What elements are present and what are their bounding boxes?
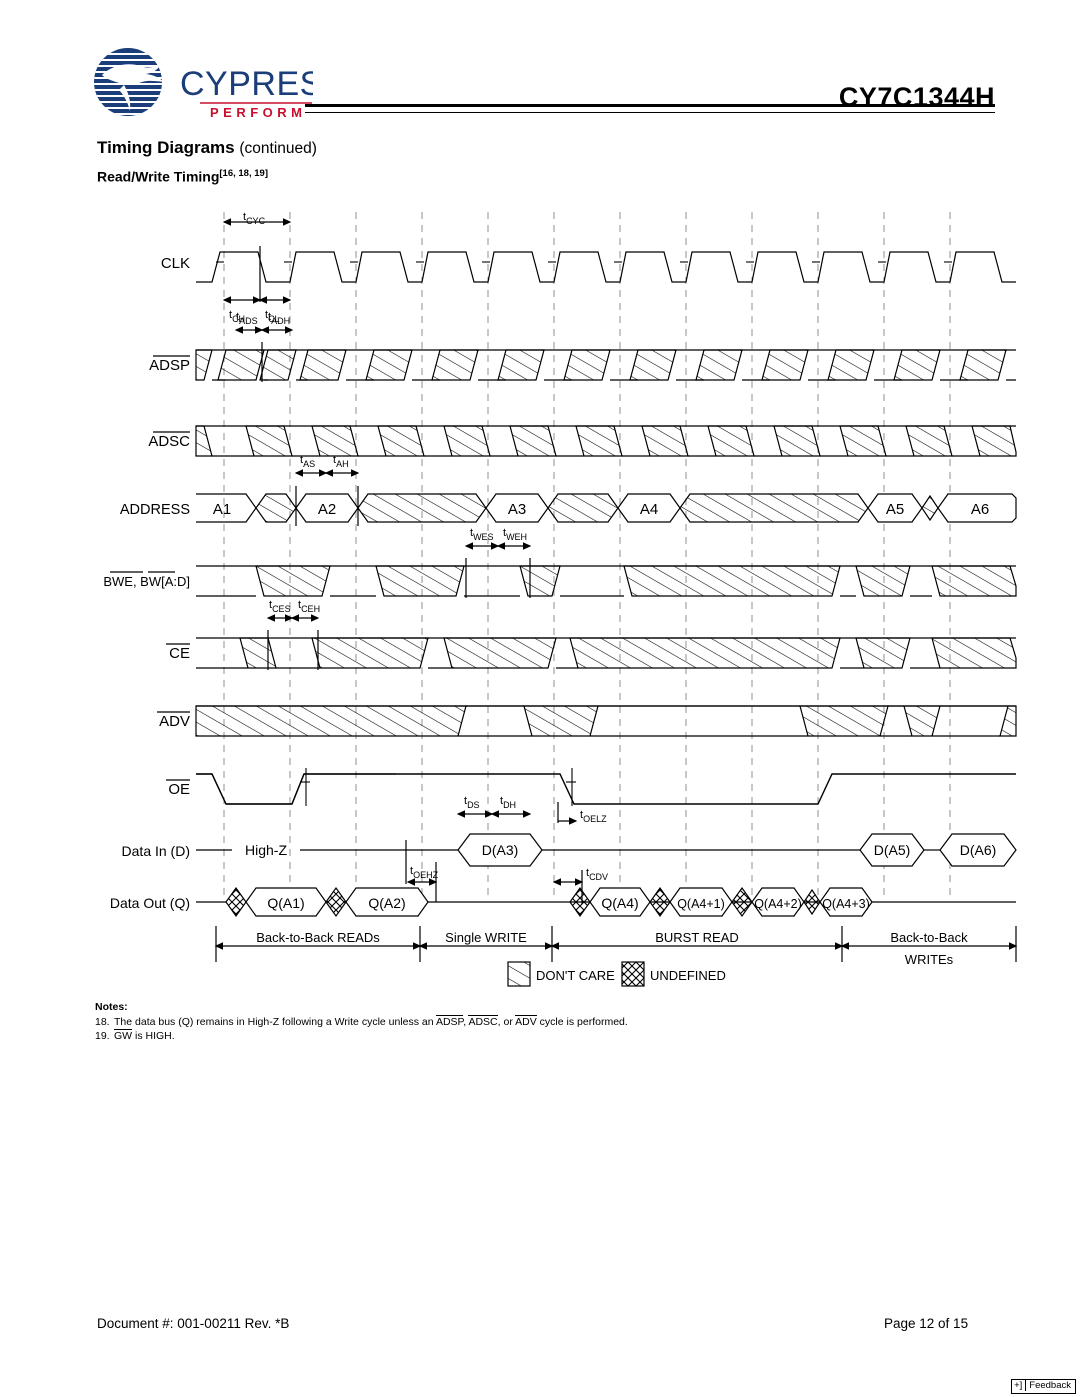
waveform-ce (196, 614, 1017, 670)
phase-label-1: Single WRITE (445, 930, 527, 945)
note-number: 18. (95, 1016, 110, 1029)
note-overline-adsc: ADSC (468, 1015, 498, 1029)
data-out-value-qa42: Q(A4+2) (754, 897, 802, 911)
signal-label-data-in: Data In (D) (122, 843, 190, 859)
diagram-notes-ref: [16, 18, 19] (219, 168, 268, 179)
document-number: Document #: 001-00211 Rev. *B (97, 1316, 290, 1331)
diagram-title: Read/Write Timing[16, 18, 19] (97, 168, 268, 185)
signal-label-ce: CE (169, 645, 190, 662)
note-text: The data bus (Q) remains in High-Z follo… (114, 1015, 628, 1029)
waveform-clk (196, 218, 1016, 304)
cypress-logo: CYPRESS PERFORM (88, 45, 313, 125)
note-item: 19. GW is HIGH. (95, 1029, 995, 1043)
address-value-a2: A2 (318, 501, 336, 518)
signal-label-adv: ADV (159, 713, 190, 730)
part-number: CY7C1344H (838, 82, 995, 112)
timing-label-tcyc: tCYC (243, 211, 266, 226)
waveform-address (196, 469, 1017, 526)
data-in-value-da6: D(A6) (960, 842, 997, 858)
data-out-value-qa1: Q(A1) (267, 895, 304, 911)
address-value-a4: A4 (640, 501, 658, 518)
timing-label-tweh: tWEH (503, 527, 527, 542)
read-write-timing-diagram: CLK ADSP ADSC ADDRESS BWE, BW[A:D] CE AD… (0, 190, 1080, 1000)
address-value-a3: A3 (508, 501, 526, 518)
data-out-value-qa4: Q(A4) (601, 895, 638, 911)
svg-text:CYPRESS: CYPRESS (180, 65, 313, 103)
address-value-a1: A1 (213, 501, 231, 518)
section-continued: (continued) (239, 140, 317, 157)
timing-label-tds: tDS (464, 795, 480, 810)
signal-label-address: ADDRESS (120, 502, 190, 518)
timing-label-tces: tCES (269, 599, 291, 614)
datasheet-page: CYPRESS PERFORM CY7C1344H Timing Diagram… (0, 0, 1080, 1397)
signal-label-clk: CLK (161, 255, 190, 272)
note-number: 19. (95, 1030, 110, 1043)
waveform-bwe (196, 542, 1017, 598)
feedback-button[interactable]: +] Feedback (1011, 1378, 1076, 1394)
signal-labels: CLK ADSP ADSC ADDRESS BWE, BW[A:D] CE AD… (103, 255, 190, 911)
data-out-value-qa2: Q(A2) (368, 895, 405, 911)
note-item: 18. The data bus (Q) remains in High-Z f… (95, 1015, 995, 1029)
data-out-value-qa43: Q(A4+3) (822, 897, 870, 911)
signal-label-adsp: ADSP (149, 357, 190, 374)
note-overline-adv: ADV (515, 1015, 537, 1029)
data-in-value-da3: D(A3) (482, 842, 519, 858)
feedback-plus-icon: +] (1014, 1379, 1027, 1391)
data-in-value-da5: D(A5) (874, 842, 911, 858)
timing-label-toelz: tOELZ (580, 809, 607, 824)
signal-label-adsc: ADSC (148, 433, 190, 450)
waveform-adsp (195, 326, 1016, 382)
note-overline-gw: GW (114, 1029, 133, 1043)
signal-label-bwe: BWE, BW[A:D] (103, 574, 190, 589)
data-in-highz: High-Z (245, 842, 287, 858)
diagram-legend: DON'T CARE UNDEFINED (507, 961, 726, 987)
timing-label-twes: tWES (470, 527, 494, 542)
waveform-adv (195, 705, 1017, 737)
signal-label-data-out: Data Out (Q) (110, 895, 190, 911)
notes-section: Notes: 18. The data bus (Q) remains in H… (95, 1000, 995, 1044)
phase-labels: Back-to-Back READs Single WRITE BURST RE… (256, 930, 968, 967)
timing-labels: tCYC tCH tCL (229, 211, 280, 324)
phase-label-3b: WRITEs (905, 952, 954, 967)
svg-text:PERFORM: PERFORM (210, 105, 307, 120)
phase-label-2: BURST READ (655, 930, 739, 945)
diagram-title-text: Read/Write Timing (97, 168, 220, 185)
timing-label-tcdv: tCDV (586, 867, 608, 882)
notes-heading: Notes: (95, 1001, 128, 1013)
legend-label-undefined: UNDEFINED (650, 968, 726, 983)
note-overline-adsp: ADSP (435, 1015, 464, 1029)
legend-label-dont-care: DON'T CARE (536, 968, 615, 983)
phase-label-3: Back-to-Back (890, 930, 968, 945)
address-value-a6: A6 (971, 501, 989, 518)
waveform-adsc (195, 425, 1017, 457)
section-title-text: Timing Diagrams (97, 138, 235, 157)
page-title: Timing Diagrams (continued) (97, 138, 317, 158)
waveform-oe (196, 768, 1016, 806)
note-text: GW is HIGH. (114, 1029, 175, 1043)
timing-label-toehz: tOEHZ (410, 865, 439, 880)
timing-label-tceh: tCEH (298, 599, 320, 614)
phase-label-0: Back-to-Back READs (256, 930, 380, 945)
timing-label-tdh: tDH (500, 795, 516, 810)
feedback-label: Feedback (1029, 1379, 1071, 1391)
address-value-a5: A5 (886, 501, 904, 518)
signal-label-oe: OE (168, 781, 190, 798)
page-number: Page 12 of 15 (884, 1316, 969, 1331)
data-out-value-qa41: Q(A4+1) (677, 897, 725, 911)
